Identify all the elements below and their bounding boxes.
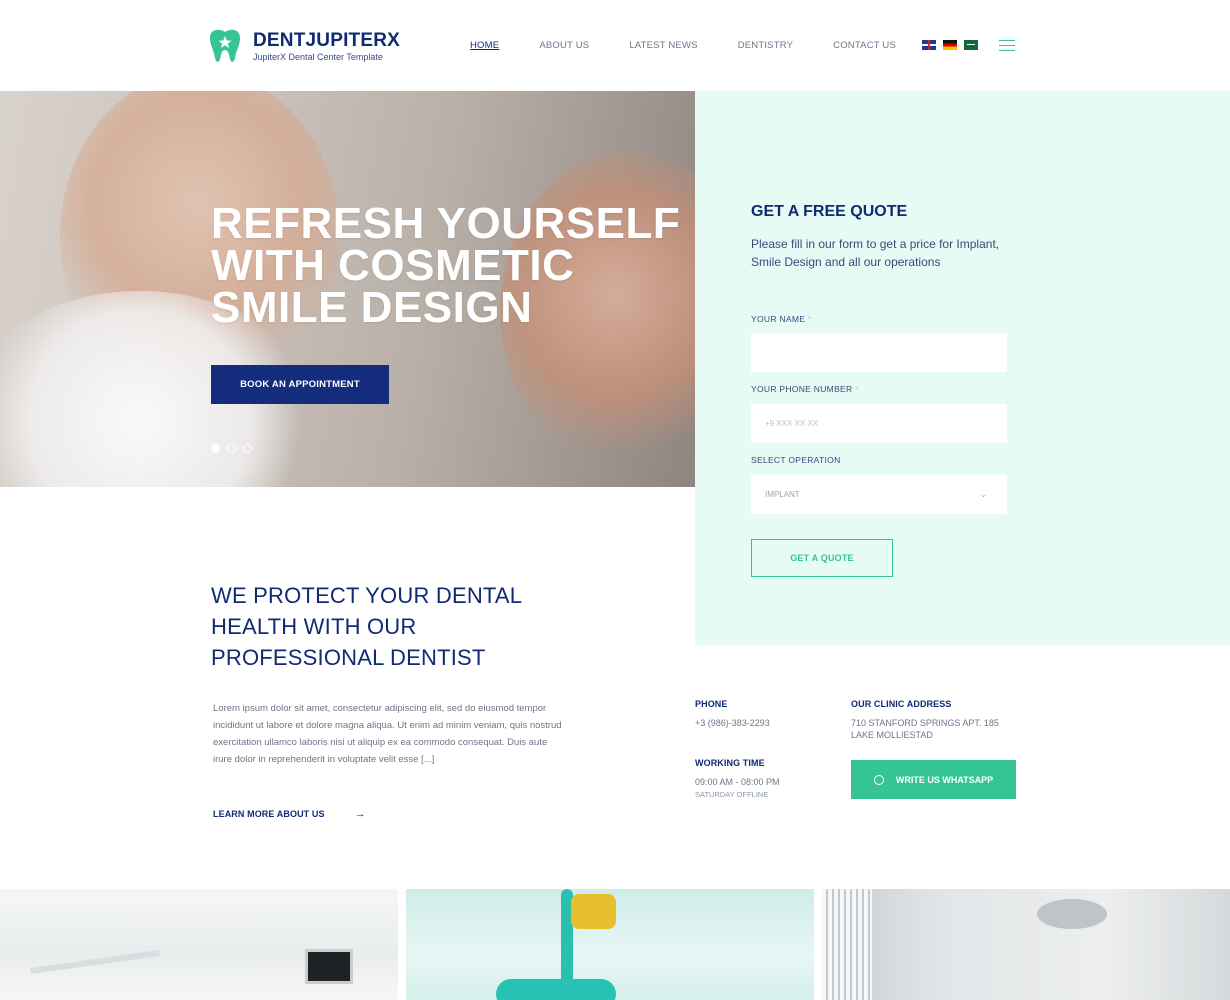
- whatsapp-button-label: WRITE US WHATSAPP: [895, 774, 994, 785]
- phone-input[interactable]: [751, 404, 1007, 443]
- hamburger-menu-icon[interactable]: [999, 40, 1015, 52]
- book-appointment-button[interactable]: BOOK AN APPOINTMENT: [211, 365, 389, 404]
- name-label: YOUR NAME *: [751, 314, 811, 324]
- quote-description: Please fill in our form to get a price f…: [751, 237, 1000, 269]
- hours-value: 09:00 AM - 08:00 PM: [695, 777, 780, 787]
- whatsapp-icon: [873, 774, 884, 785]
- dental-light-shape: [571, 894, 616, 929]
- address-line-2: LAKE MOLLIESTAD: [851, 730, 933, 740]
- slider-dots: [211, 444, 259, 453]
- required-mark: *: [855, 384, 859, 394]
- chair-shape: [496, 979, 616, 1000]
- brand-name: DENTJUPITERX: [253, 29, 401, 51]
- tooth-logo-icon: [210, 29, 240, 62]
- operation-select[interactable]: IMPLANT ⌄: [751, 475, 1007, 514]
- phone-label: YOUR PHONE NUMBER *: [751, 384, 859, 394]
- brand-tagline: JupiterX Dental Center Template: [253, 51, 383, 62]
- hours-heading: WORKING TIME: [695, 758, 765, 768]
- nav-dentistry[interactable]: DENTISTRY: [738, 40, 793, 51]
- whatsapp-button[interactable]: WRITE US WHATSAPP: [851, 760, 1016, 799]
- slider-dot-3[interactable]: [243, 444, 252, 453]
- name-label-text: YOUR NAME: [751, 314, 806, 324]
- operation-label: SELECT OPERATION: [751, 455, 841, 465]
- slider-dot-1[interactable]: [211, 444, 220, 453]
- name-input[interactable]: [751, 333, 1007, 372]
- xray-monitor-shape: [305, 949, 353, 984]
- language-switcher: [922, 40, 985, 50]
- arrow-right-icon: →: [354, 808, 366, 820]
- logo[interactable]: DENTJUPITERX JupiterX Dental Center Temp…: [208, 28, 400, 64]
- site-header: DENTJUPITERX JupiterX Dental Center Temp…: [0, 0, 1230, 91]
- nav-latest-news[interactable]: LATEST NEWS: [629, 40, 697, 51]
- operation-selected-value: IMPLANT: [765, 490, 800, 499]
- address-heading: OUR CLINIC ADDRESS: [851, 699, 952, 709]
- german-flag-icon[interactable]: [943, 40, 957, 50]
- quote-form-panel: GET A FREE QUOTE Please fill in our form…: [695, 91, 1230, 645]
- quote-title: GET A FREE QUOTE: [751, 203, 908, 220]
- english-flag-icon[interactable]: [922, 40, 936, 50]
- required-mark: *: [807, 314, 812, 324]
- slider-dot-2[interactable]: [227, 444, 236, 453]
- get-quote-button[interactable]: GET A QUOTE: [751, 539, 893, 577]
- nav-about-us[interactable]: ABOUT US: [539, 40, 589, 51]
- gallery-image-dental-chair[interactable]: [406, 889, 814, 1000]
- hero-title: REFRESH YOURSELF WITH COSMETIC SMILE DES…: [211, 199, 681, 332]
- nav-contact-us[interactable]: CONTACT US: [833, 40, 896, 51]
- dental-lamp-shape: [30, 949, 160, 975]
- about-text: Lorem ipsum dolor sit amet, consectetur …: [213, 703, 562, 765]
- overhead-lamp-shape: [1037, 899, 1107, 929]
- gallery-image-clinic-room[interactable]: [0, 889, 398, 1000]
- saudi-flag-icon[interactable]: [964, 40, 978, 50]
- learn-more-link[interactable]: LEARN MORE ABOUT US →: [213, 808, 366, 820]
- nav-home[interactable]: HOME: [470, 40, 499, 51]
- main-nav: HOME ABOUT US LATEST NEWS DENTISTRY CONT…: [470, 40, 936, 51]
- learn-more-label: LEARN MORE ABOUT US: [213, 809, 325, 819]
- phone-value[interactable]: +3 (986)-383-2293: [695, 717, 770, 729]
- hours-note: SATURDAY OFFLINE: [695, 790, 769, 799]
- photo-gallery: [0, 889, 1230, 1000]
- phone-label-text: YOUR PHONE NUMBER: [751, 384, 853, 394]
- hero-slider: REFRESH YOURSELF WITH COSMETIC SMILE DES…: [0, 91, 695, 487]
- phone-heading: PHONE: [695, 699, 728, 709]
- chevron-down-icon: ⌄: [980, 490, 987, 499]
- window-blinds-shape: [822, 889, 872, 1000]
- about-title: WE PROTECT YOUR DENTAL HEALTH WITH OUR P…: [211, 583, 522, 670]
- address-line-1: 710 STANFORD SPRINGS APT. 185: [851, 718, 999, 728]
- gallery-image-treatment[interactable]: [822, 889, 1230, 1000]
